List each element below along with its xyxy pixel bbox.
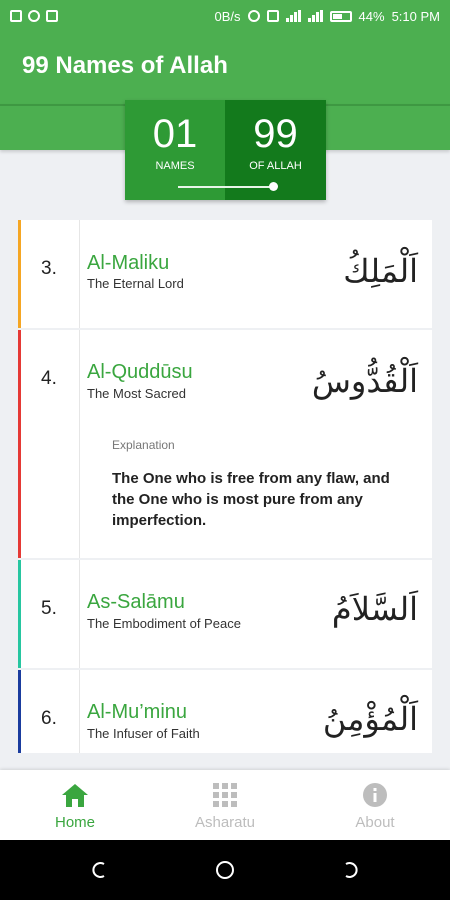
explanation-text: The One who is free from any flaw, and t… [112,470,390,529]
arabic-calligraphy: اَلْقُدُّوسُ [311,362,418,400]
status-bar: 0B/s 44% 5:10 PM [0,0,450,32]
progress-slider-track[interactable] [178,186,276,188]
list-item[interactable]: 3. Al-Maliku The Eternal Lord اَلْمَلِكُ [18,220,432,328]
name-transliteration: Al-Maliku [87,252,170,274]
home-icon [62,784,88,807]
arabic-calligraphy: اَلْمَلِكُ [343,252,418,290]
app-bar: 99 Names of Allah [0,32,450,104]
arabic-calligraphy: اَلسَّلاَمُ [331,590,418,628]
explanation-label: Explanation [112,438,175,452]
signal-icon [285,10,301,22]
bottom-navigation: Home Asharatu About [0,770,450,840]
list-item[interactable]: 6. Al-Mu’minu The Infuser of Faith اَلْم… [18,670,432,753]
nav-label-home: Home [54,814,95,831]
name-number: 5. [41,598,57,619]
name-number: 6. [41,708,57,729]
name-counter: 01 NAMES 99 OF ALLAH [125,100,326,200]
recents-icon[interactable] [340,860,360,880]
data-saver-icon [28,10,40,22]
network-speed: 0B/s [214,8,241,24]
nav-item-about[interactable]: About [300,770,450,840]
name-meaning: The Most Sacred [87,386,186,401]
nav-label-asharatu: Asharatu [194,814,256,831]
back-icon[interactable] [90,860,110,880]
name-transliteration: Al-Quddūsu [87,361,193,383]
lock-icon [46,10,58,22]
number-cell: 3. [21,220,80,328]
total-number: 99 [253,112,298,156]
number-cell: 4. [21,330,80,558]
list-item-expanded[interactable]: 4. Al-Quddūsu The Most Sacred اَلْقُدُّو… [18,330,432,558]
name-meaning: The Infuser of Faith [87,726,200,741]
arabic-calligraphy: اَلْمُؤْمِنُ [322,700,418,738]
home-circle-icon[interactable] [215,860,235,880]
name-transliteration: As-Salāmu [87,591,185,613]
progress-slider-knob[interactable] [269,182,279,191]
name-meaning: The Embodiment of Peace [87,616,241,631]
battery-icon [329,10,352,22]
info-icon [363,783,387,807]
clock-time: 5:10 PM [391,8,440,24]
current-number: 01 [152,112,198,156]
nav-item-asharatu[interactable]: Asharatu [150,770,300,840]
system-navigation-bar [0,840,450,900]
current-count-box: 01 NAMES [125,100,225,200]
grid-icon [213,783,237,807]
number-cell: 5. [21,560,80,668]
current-label: NAMES [155,160,195,172]
name-number: 3. [41,258,57,279]
total-label: OF ALLAH [249,160,302,172]
page-title: 99 Names of Allah [22,52,228,79]
rotation-icon [266,10,279,22]
list-item[interactable]: 5. As-Salāmu The Embodiment of Peace اَل… [18,560,432,668]
names-list[interactable]: 3. Al-Maliku The Eternal Lord اَلْمَلِكُ… [18,220,432,753]
nav-item-home[interactable]: Home [0,770,150,840]
hotspot-icon [247,10,260,22]
battery-percent: 44% [358,8,385,24]
name-number: 4. [41,368,57,389]
name-meaning: The Eternal Lord [87,276,184,291]
number-cell: 6. [21,670,80,753]
signal-2-icon [307,10,323,22]
name-transliteration: Al-Mu’minu [87,701,188,723]
nav-label-about: About [355,814,395,831]
sim-card-icon [10,10,22,22]
